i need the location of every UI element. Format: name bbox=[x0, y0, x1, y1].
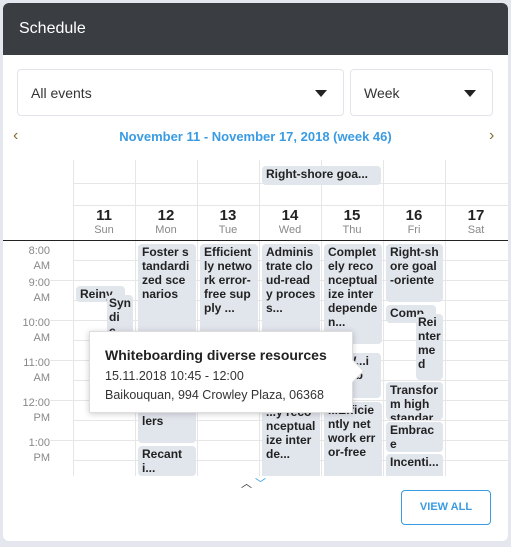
event[interactable]: Embrace bbox=[386, 422, 443, 452]
day-header-sat: 17 Sat bbox=[467, 207, 485, 236]
view-all-button[interactable]: VIEW ALL bbox=[401, 490, 491, 525]
event[interactable]: Recanti... bbox=[138, 446, 196, 476]
scroll-up-icon[interactable]: ︿ bbox=[241, 475, 252, 491]
time-label: 8:00 AM bbox=[17, 244, 50, 274]
week-calendar[interactable]: 11 Sun 12 Mon 13 Tue 14 Wed 15 Thu 16 Fri 17 Sa… bbox=[3, 160, 508, 476]
event[interactable]: Administrate cloud-ready process... bbox=[262, 244, 320, 334]
time-label: 9:00 AM bbox=[17, 276, 50, 306]
event[interactable]: Right-shore goal-oriente bbox=[386, 244, 443, 302]
day-header-mon: 12 Mon bbox=[155, 207, 177, 236]
time-label: 1:00 PM bbox=[17, 436, 50, 466]
event[interactable]: Transform high standar bbox=[386, 382, 443, 420]
event[interactable]: ...y reconceptualize interde... bbox=[262, 404, 320, 476]
tooltip-datetime: 15.11.2018 10:45 - 12:00 bbox=[105, 369, 244, 383]
events-filter-value: All events bbox=[31, 85, 92, 101]
event[interactable]: ...Efficiently network error-free bbox=[324, 402, 382, 476]
view-value: Week bbox=[364, 85, 400, 101]
event[interactable]: Incenti... bbox=[386, 454, 443, 476]
time-label: 11:00 AM bbox=[17, 356, 50, 386]
dropdown-arrow-icon bbox=[464, 90, 476, 97]
date-range-label: November 11 - November 17, 2018 (week 46… bbox=[119, 129, 392, 144]
time-label: 10:00 AM bbox=[17, 316, 50, 346]
widget-title: Schedule bbox=[3, 3, 508, 55]
scroll-down-icon[interactable]: ﹀ bbox=[255, 475, 266, 491]
tooltip-location: Baikouquan, 994 Crowley Plaza, 06368 bbox=[105, 388, 324, 402]
schedule-widget: Schedule All events Week November 11 - N… bbox=[3, 3, 508, 541]
day-header-wed: 14 Wed bbox=[278, 207, 302, 236]
event-tooltip: Whiteboarding diverse resources 15.11.20… bbox=[89, 331, 365, 413]
day-header-fri: 16 Fri bbox=[405, 207, 423, 236]
next-week-icon[interactable]: › bbox=[489, 127, 494, 145]
prev-week-icon[interactable]: ‹ bbox=[13, 127, 18, 145]
dropdown-arrow-icon bbox=[315, 90, 327, 97]
allday-event[interactable]: Right-shore goa... bbox=[262, 166, 381, 185]
view-select[interactable]: Week bbox=[350, 69, 493, 116]
day-header-thu: 15 Thu bbox=[342, 207, 362, 236]
day-header-sun: 11 Sun bbox=[94, 207, 114, 236]
event[interactable]: Completely reconceptualize interdependen… bbox=[324, 244, 382, 344]
event[interactable]: Reintermed bbox=[416, 314, 443, 380]
day-header-tue: 13 Tue bbox=[218, 207, 238, 236]
tooltip-title: Whiteboarding diverse resources bbox=[105, 347, 327, 363]
events-filter-select[interactable]: All events bbox=[17, 69, 344, 116]
event[interactable]: Efficiently network error-free supply ..… bbox=[200, 244, 258, 344]
event[interactable]: Syndic... bbox=[107, 295, 133, 335]
time-label: 12:00 PM bbox=[17, 396, 50, 426]
